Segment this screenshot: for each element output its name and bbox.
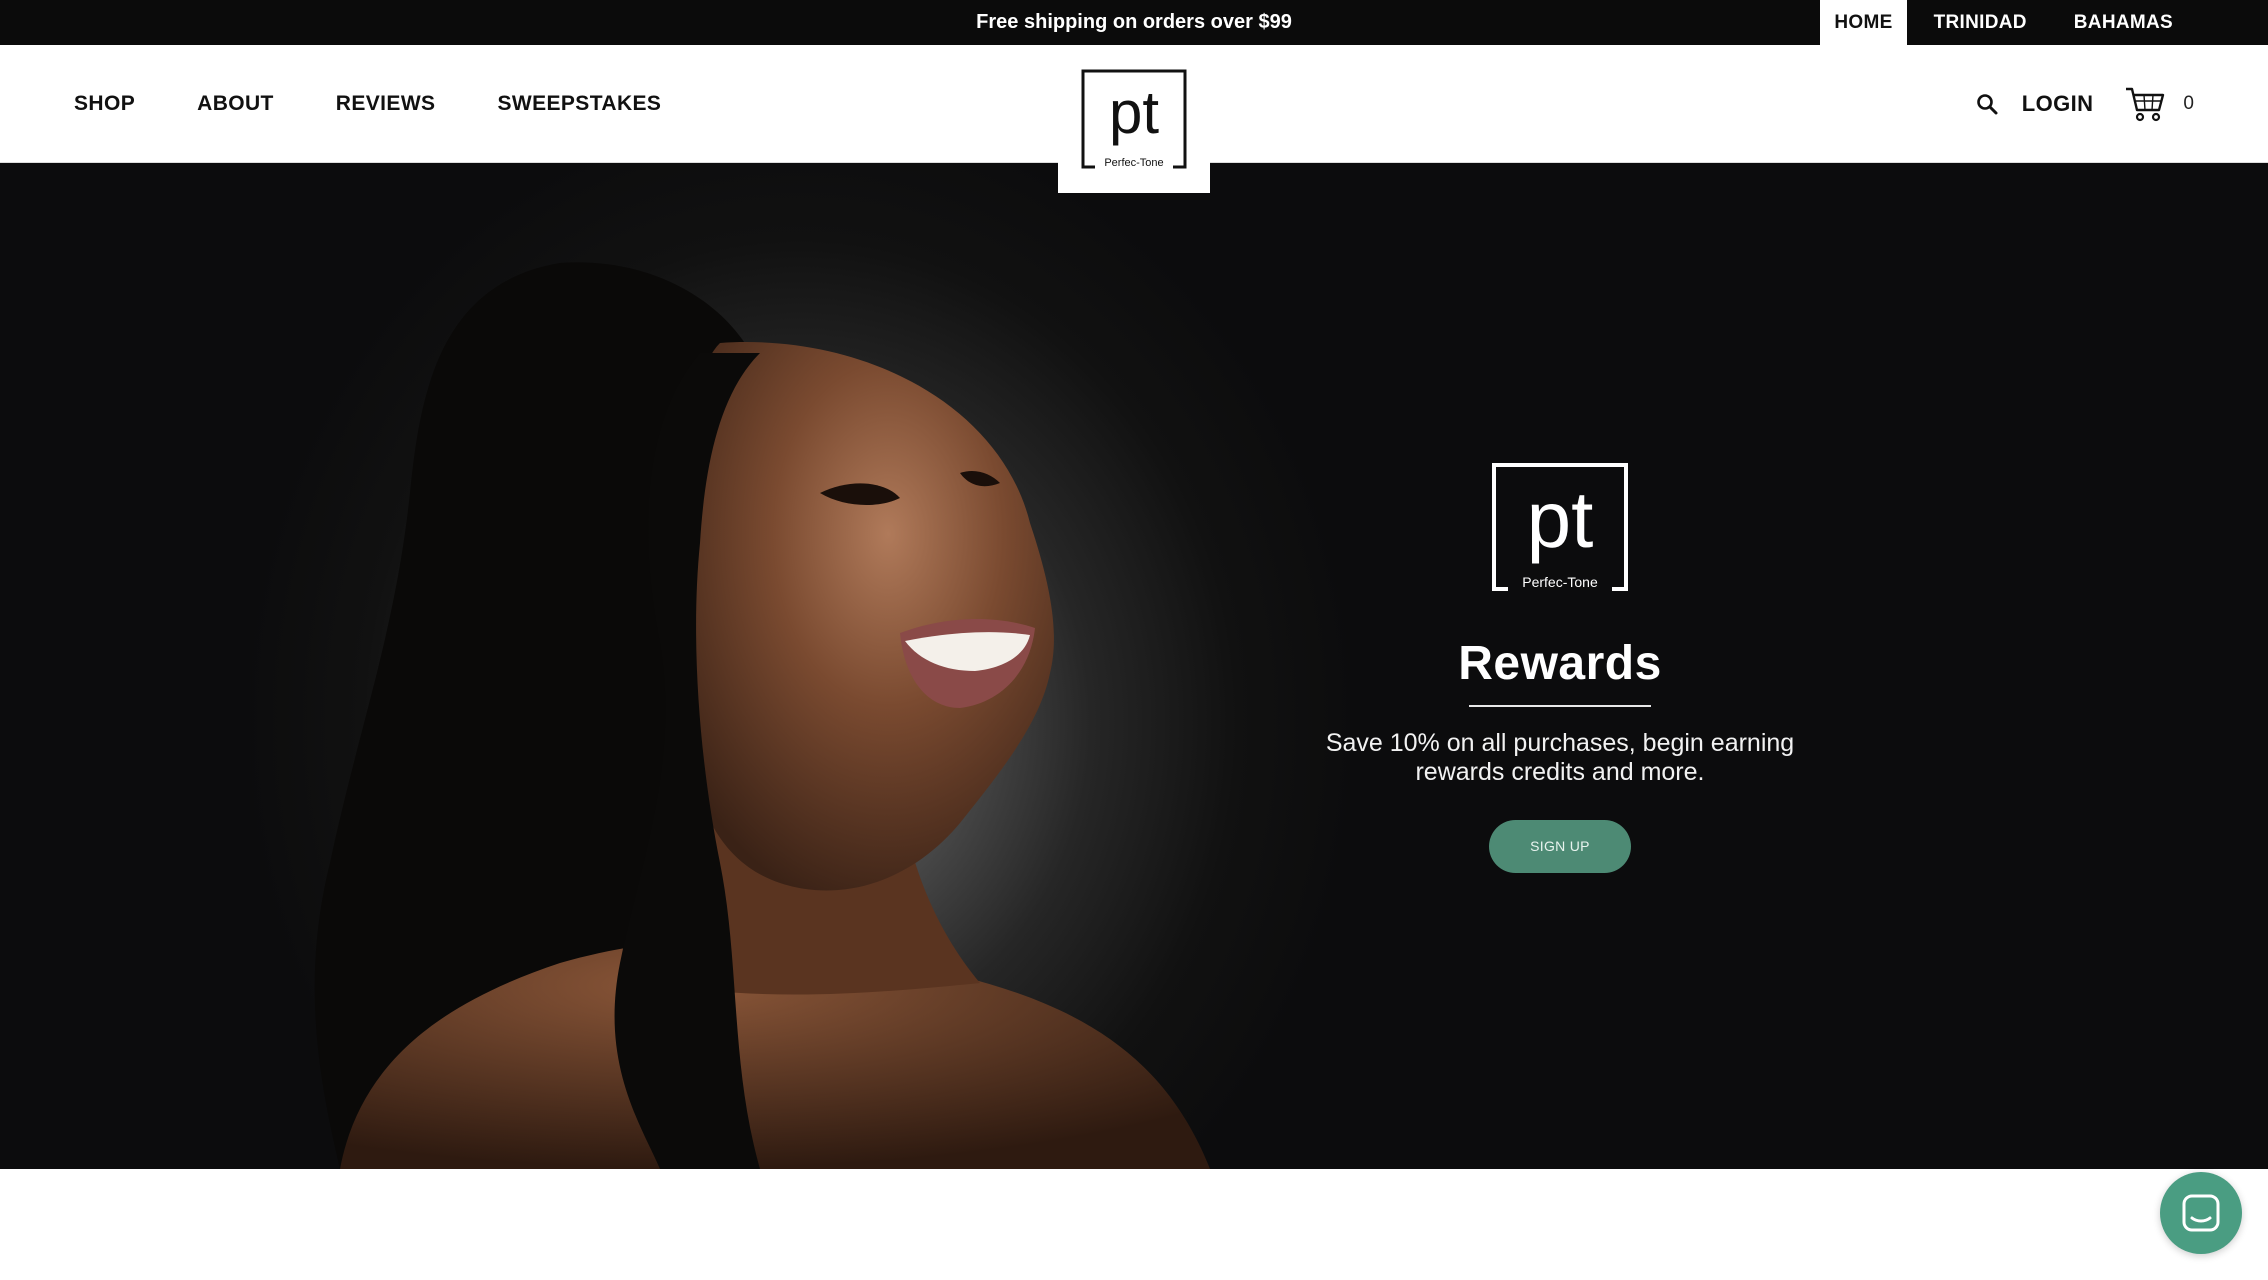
header-actions: LOGIN 0 [1972,45,2194,163]
search-icon [1976,94,1998,115]
nav-shop[interactable]: SHOP [74,92,135,116]
main-nav: SHOP ABOUT REVIEWS SWEEPSTAKES [74,45,723,163]
announcement-bar: Free shipping on orders over $99 HOME TR… [0,0,2268,45]
region-tab-home[interactable]: HOME [1820,0,1907,45]
cart-count: 0 [2183,93,2194,114]
rewards-description: Save 10% on all purchases, begin earning… [1325,729,1795,786]
title-divider [1469,705,1651,707]
logo-monogram: pt [1109,79,1159,146]
logo-mark: pt Perfec-Tone [1081,69,1187,169]
rewards-title: Rewards [1458,637,1662,690]
chat-launcher-button[interactable] [2160,1172,2242,1254]
login-link[interactable]: LOGIN [2022,91,2094,117]
cart-icon [2126,87,2165,122]
region-switcher: HOME TRINIDAD BAHAMAS [1820,0,2200,45]
nav-about[interactable]: ABOUT [197,92,274,116]
region-tab-trinidad[interactable]: TRINIDAD [1907,0,2047,45]
site-logo[interactable]: pt Perfec-Tone [1058,45,1210,193]
rewards-logo-monogram: pt [1527,475,1594,564]
region-tab-bahamas[interactable]: BAHAMAS [2047,0,2200,45]
hero-banner: pt Perfec-Tone Rewards Save 10% on all p… [0,163,2268,1169]
cart-button[interactable]: 0 [2125,86,2194,122]
rewards-logo-brand-name: Perfec-Tone [1522,574,1598,590]
rewards-logo: pt Perfec-Tone [1492,463,1628,591]
sign-up-button[interactable]: SIGN UP [1489,820,1631,873]
rewards-panel: pt Perfec-Tone Rewards Save 10% on all p… [1300,463,1820,873]
hero-portrait-image [314,262,1210,1169]
nav-reviews[interactable]: REVIEWS [336,92,436,116]
chat-icon [2182,1194,2220,1232]
logo-brand-name: Perfec-Tone [1104,157,1163,169]
search-button[interactable] [1972,89,2002,119]
nav-sweepstakes[interactable]: SWEEPSTAKES [497,92,661,116]
